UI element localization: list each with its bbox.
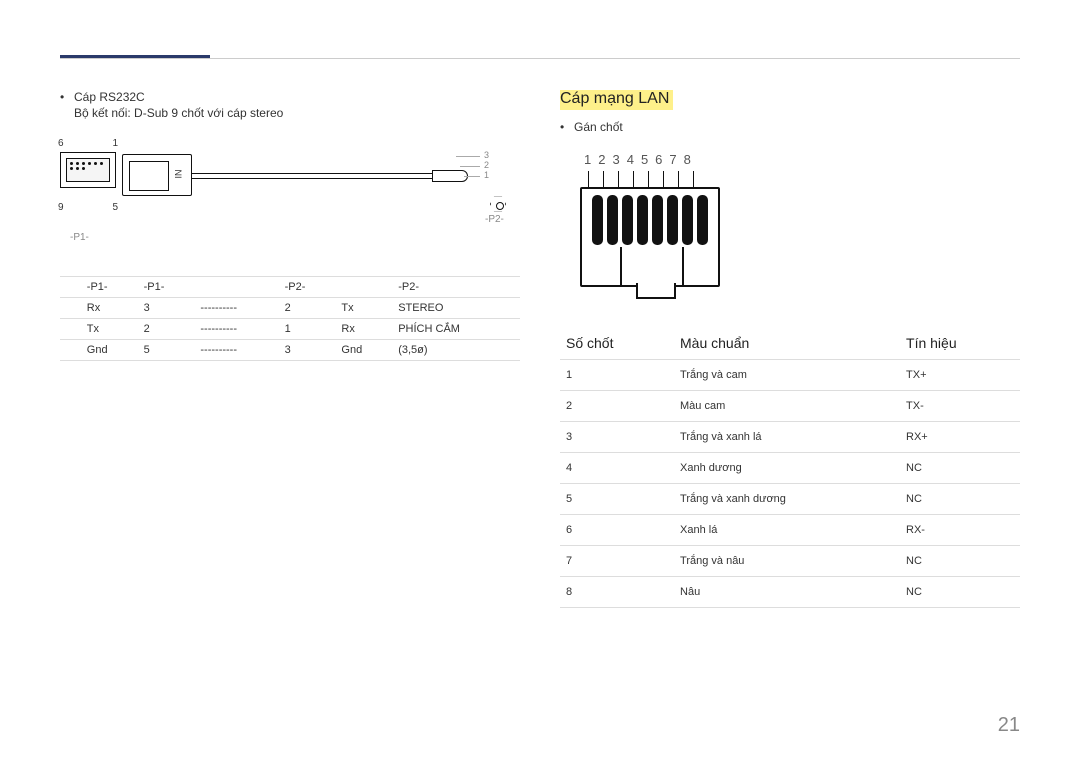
rj45-diagram: 1 2 3 4 5 6 7 8 [580, 152, 740, 287]
cable-connector: IN [122, 154, 192, 196]
page-number: 21 [998, 714, 1020, 737]
table-row: Rx 3 ---------- 2 Tx STEREO [60, 298, 520, 319]
in-label: IN [174, 170, 184, 179]
connection-description: Bộ kết nối: D-Sub 9 chốt với cáp stereo [60, 106, 520, 120]
table-row: 6Xanh láRX- [560, 515, 1020, 546]
hex-nut-icon [490, 196, 506, 212]
stereo-jack [432, 170, 468, 182]
lan-header-color: Màu chuẩn [674, 327, 900, 360]
rj45-connector [580, 187, 720, 287]
lead-line-2 [460, 166, 480, 167]
table-row: 7Trắng và nâuNC [560, 546, 1020, 577]
row-label-2 [60, 319, 81, 340]
p1-diagram-label: -P1- [70, 232, 89, 243]
bullet-pin-assignment: Gán chốt [560, 120, 1020, 134]
left-column: Cáp RS232C Bộ kết nối: D-Sub 9 chốt với … [60, 90, 520, 361]
table-row: 2Màu camTX- [560, 391, 1020, 422]
lead-line-1 [464, 176, 480, 177]
cable-line [192, 173, 432, 179]
rs-header-p2a: -P2- [279, 277, 336, 298]
table-row: 3Trắng và xanh láRX+ [560, 422, 1020, 453]
lan-section-title: Cáp mạng LAN [560, 90, 1020, 110]
rs-header-p2b: -P2- [392, 277, 520, 298]
lan-title-text: Cáp mạng LAN [560, 90, 673, 110]
p2-diagram-label: -P2- [485, 214, 504, 225]
header-rule [60, 58, 1020, 59]
right-column: Cáp mạng LAN Gán chốt 1 2 3 4 5 6 7 8 Số… [560, 90, 1020, 608]
pin-9-label: 9 [58, 202, 64, 213]
table-row: 1Trắng và camTX+ [560, 360, 1020, 391]
rs-header-p1a: -P1- [81, 277, 138, 298]
lead-line-3 [456, 156, 480, 157]
lan-header-pin: Số chốt [560, 327, 674, 360]
table-row: Gnd 5 ---------- 3 Gnd (3,5ø) [60, 340, 520, 361]
bullet-rs232c: Cáp RS232C [60, 90, 520, 104]
rs232c-cable-diagram: 6 1 9 5 -P1- IN 3 2 1 [60, 140, 520, 270]
table-row: 8NâuNC [560, 577, 1020, 608]
rj45-pin-numbers: 1 2 3 4 5 6 7 8 [580, 152, 740, 167]
table-row: Tx 2 ---------- 1 Rx PHÍCH CẮM [60, 319, 520, 340]
dsub-connector: 6 1 9 5 [60, 140, 116, 200]
pin-5-label: 5 [112, 202, 118, 213]
lan-pinout-table: Số chốt Màu chuẩn Tín hiệu 1Trắng và cam… [560, 327, 1020, 608]
rs232c-pinout-table: -P1- -P1- -P2- -P2- Rx 3 ---------- 2 Tx… [60, 276, 520, 361]
table-row: 5Trắng và xanh dươngNC [560, 484, 1020, 515]
table-row: 4Xanh dươngNC [560, 453, 1020, 484]
rs-header-p1b: -P1- [138, 277, 195, 298]
lead-1: 1 [484, 170, 489, 181]
row-label-1 [60, 298, 81, 319]
lan-header-signal: Tín hiệu [900, 327, 1020, 360]
